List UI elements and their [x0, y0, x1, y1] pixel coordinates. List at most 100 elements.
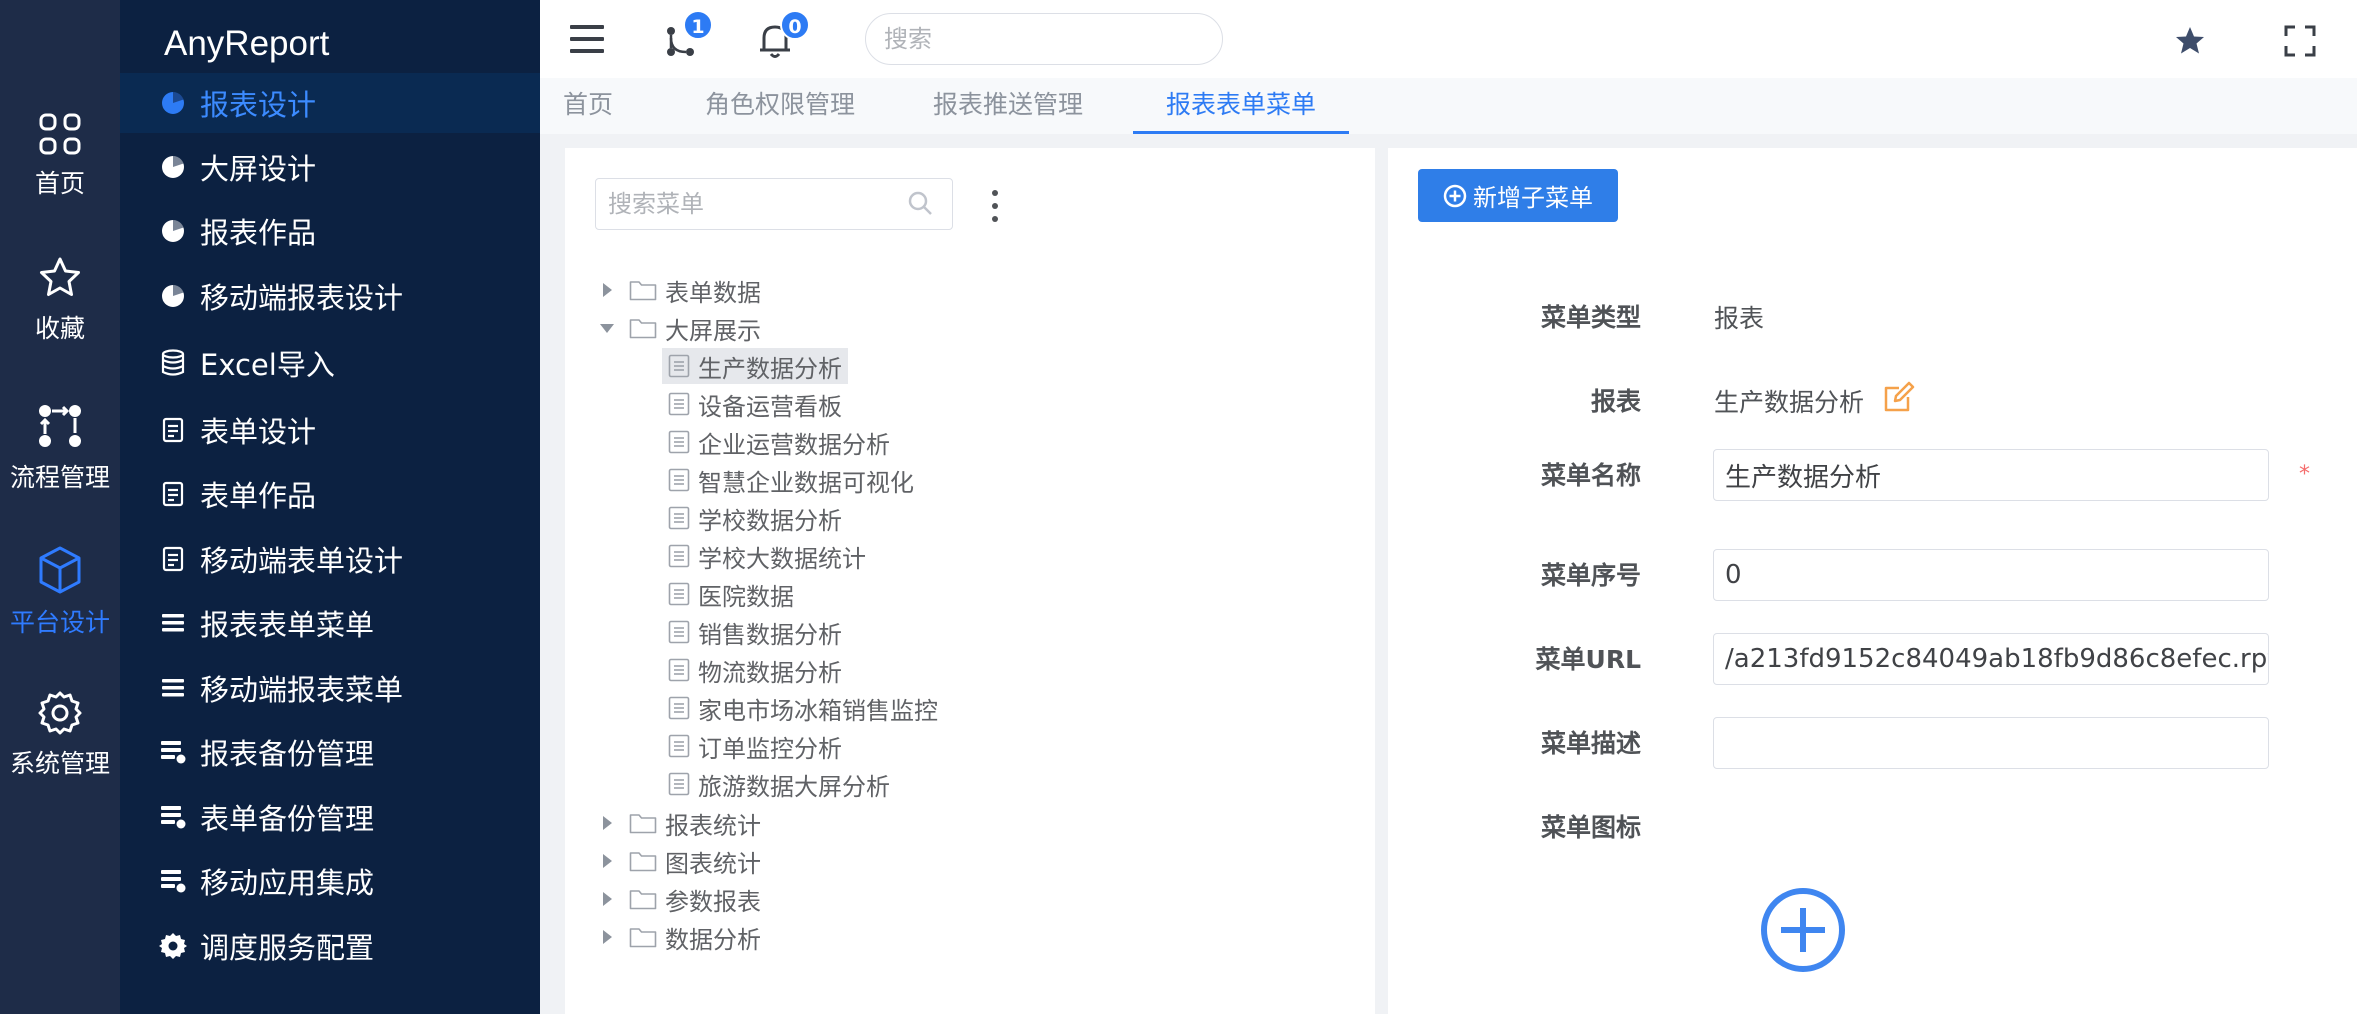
notification-button[interactable]: 0 [758, 10, 810, 60]
tree-folder-node[interactable]: 图表统计 [595, 843, 761, 879]
caret-right-icon[interactable] [595, 282, 619, 298]
tree-node-label: 智慧企业数据可视化 [698, 468, 914, 497]
tree-node-label: 生产数据分析 [698, 354, 842, 383]
menu-desc-input[interactable] [1713, 717, 2269, 769]
menu-tree-panel: 表单数据大屏展示生产数据分析设备运营看板企业运营数据分析智慧企业数据可视化学校数… [565, 148, 1375, 1014]
backup-icon [158, 737, 188, 767]
rail-item-home[interactable]: 首页 [0, 112, 120, 242]
menu-item-label: 表单备份管理 [200, 802, 375, 836]
star-icon [2176, 27, 2204, 54]
menu-name-input[interactable] [1713, 449, 2269, 501]
menu-item[interactable]: 移动应用集成 [120, 851, 540, 911]
icon-upload-button[interactable] [1759, 886, 1847, 978]
tree-folder-node[interactable]: 数据分析 [595, 919, 761, 955]
rail-label: 首页 [34, 169, 85, 198]
menu-item[interactable]: 调度服务配置 [120, 916, 540, 976]
required-mark: * [2299, 462, 2310, 487]
fullscreen-button[interactable] [2284, 25, 2316, 61]
document-icon [668, 392, 690, 416]
flow-notify-button[interactable]: 1 [666, 10, 713, 58]
list-icon [158, 608, 188, 638]
gear-icon [158, 931, 188, 961]
tree-node-label: 旅游数据大屏分析 [698, 772, 890, 801]
icon-rail: 首页 收藏 流程管理 平台设计 系统管理 [0, 0, 120, 1014]
folder-icon [629, 850, 657, 872]
menu-item-label: 移动端报表设计 [200, 281, 404, 315]
tree-file-node[interactable]: 学校数据分析 [662, 500, 848, 536]
menu-item[interactable]: 大屏设计 [120, 137, 540, 197]
tab-report-push[interactable]: 报表推送管理 [928, 78, 1088, 134]
tab-report-form-menu[interactable]: 报表表单菜单 [1133, 78, 1349, 134]
caret-right-icon[interactable] [595, 853, 619, 869]
global-search-input[interactable] [865, 13, 1223, 65]
tree-file-node[interactable]: 物流数据分析 [662, 652, 848, 688]
star-icon [40, 257, 80, 296]
menu-url-label: 菜单URL [1535, 645, 1641, 674]
menu-item[interactable]: 表单作品 [120, 464, 540, 524]
tree-file-node[interactable]: 设备运营看板 [662, 386, 848, 422]
menu-order-input[interactable] [1713, 549, 2269, 601]
document-icon [668, 468, 690, 492]
caret-right-icon[interactable] [595, 929, 619, 945]
folder-icon [629, 812, 657, 834]
rail-item-flow[interactable]: 流程管理 [0, 402, 120, 532]
tree-folder-node[interactable]: 表单数据 [595, 272, 761, 308]
tree-folder-node[interactable]: 大屏展示 [595, 310, 761, 346]
document-icon [668, 582, 690, 606]
tree-file-node[interactable]: 家电市场冰箱销售监控 [662, 690, 944, 726]
cube-icon [39, 546, 81, 594]
add-submenu-label: 新增子菜单 [1473, 184, 1593, 212]
rail-item-favorites[interactable]: 收藏 [0, 255, 120, 385]
tree-file-node[interactable]: 销售数据分析 [662, 614, 848, 650]
menu-item[interactable]: 移动端报表菜单 [120, 658, 540, 718]
edit-icon[interactable] [1882, 380, 1916, 414]
menu-item[interactable]: 报表表单菜单 [120, 593, 540, 653]
tree-file-node[interactable]: 旅游数据大屏分析 [662, 766, 896, 802]
tree-file-node[interactable]: 智慧企业数据可视化 [662, 462, 920, 498]
menu-search-input[interactable] [595, 178, 953, 230]
menu-url-input[interactable] [1713, 633, 2269, 685]
menu-item[interactable]: 移动端表单设计 [120, 529, 540, 589]
tree-more-button[interactable] [980, 188, 1010, 224]
menu-item[interactable]: 表单设计 [120, 400, 540, 460]
backup-icon [158, 802, 188, 832]
rail-item-system[interactable]: 系统管理 [0, 690, 120, 820]
tree-node-label: 物流数据分析 [698, 658, 842, 687]
menu-item-label: 移动端表单设计 [200, 544, 404, 578]
caret-down-icon[interactable] [595, 322, 619, 334]
pie-icon [158, 216, 188, 246]
tree-node-label: 医院数据 [698, 582, 794, 611]
tree-file-node[interactable]: 学校大数据统计 [662, 538, 872, 574]
hamburger-button[interactable] [570, 24, 604, 58]
tree-file-node[interactable]: 订单监控分析 [662, 728, 848, 764]
flow-icon [39, 405, 81, 447]
menu-item[interactable]: 表单备份管理 [120, 787, 540, 847]
top-header: 1 0 [540, 0, 2357, 78]
document-icon [668, 734, 690, 758]
menu-type-label: 菜单类型 [1540, 303, 1641, 332]
tree-file-node[interactable]: 生产数据分析 [662, 348, 848, 384]
caret-right-icon[interactable] [595, 815, 619, 831]
menu-item-label: 报表作品 [200, 216, 317, 250]
menu-item[interactable]: 移动端报表设计 [120, 266, 540, 326]
tree-file-node[interactable]: 医院数据 [662, 576, 800, 612]
menu-item[interactable]: Excel导入 [120, 333, 540, 393]
favorite-button[interactable] [2174, 25, 2206, 61]
tree-folder-node[interactable]: 报表统计 [595, 805, 761, 841]
tree-file-node[interactable]: 企业运营数据分析 [662, 424, 896, 460]
caret-right-icon[interactable] [595, 891, 619, 907]
menu-item-label: 报表设计 [200, 88, 317, 122]
add-submenu-button[interactable]: 新增子菜单 [1418, 169, 1618, 222]
tab-role-permission[interactable]: 角色权限管理 [700, 78, 860, 134]
rail-item-platform-design[interactable]: 平台设计 [0, 545, 120, 675]
tab-home[interactable]: 首页 [552, 78, 624, 134]
menu-item[interactable]: 报表备份管理 [120, 722, 540, 782]
menu-icon-label: 菜单图标 [1540, 813, 1641, 842]
menu-item-label: 调度服务配置 [200, 931, 375, 965]
tree-node-label: 学校数据分析 [698, 506, 842, 535]
app-title: AnyReport [164, 24, 330, 63]
menu-item[interactable]: 报表设计 [120, 73, 540, 133]
tree-node-label: 报表统计 [665, 811, 761, 840]
tree-folder-node[interactable]: 参数报表 [595, 881, 761, 917]
menu-item[interactable]: 报表作品 [120, 201, 540, 261]
